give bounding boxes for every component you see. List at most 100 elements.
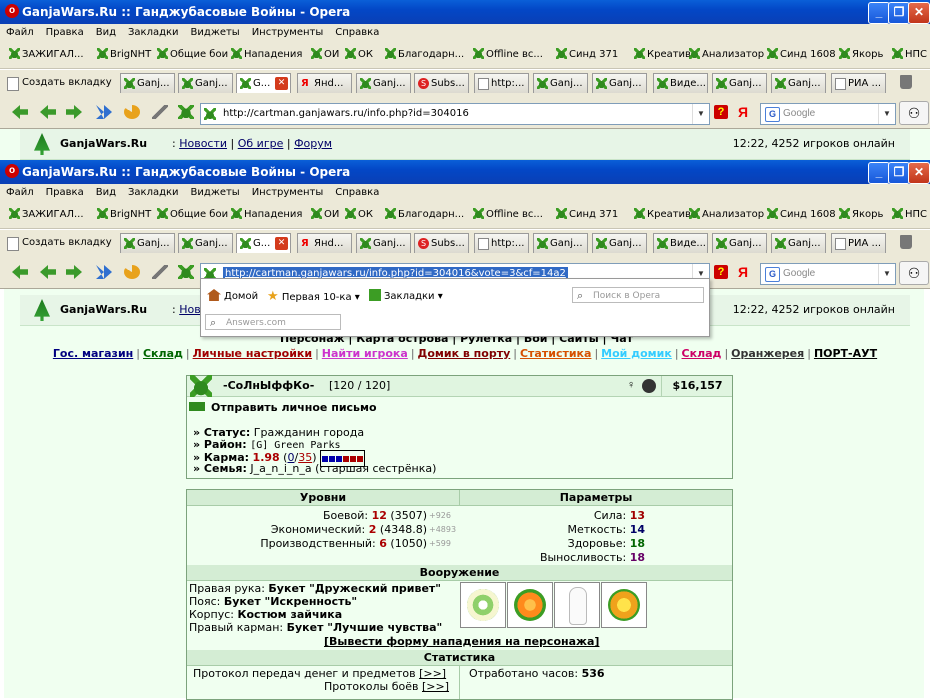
- maximize-button[interactable]: ❐: [888, 162, 910, 184]
- link-news[interactable]: Новости: [179, 137, 227, 150]
- tab[interactable]: S Subs...: [414, 73, 469, 93]
- tab[interactable]: Ganj...: [592, 73, 647, 93]
- close-button[interactable]: ✕: [908, 162, 930, 184]
- new-tab-button[interactable]: Создать вкладку: [4, 233, 112, 253]
- armament-item[interactable]: Букет "Лучшие чувства": [287, 621, 443, 634]
- yandex-icon[interactable]: Я: [738, 104, 748, 120]
- tab[interactable]: РИА ...: [831, 73, 886, 93]
- menu-link[interactable]: Оранжерея: [731, 347, 804, 360]
- bookmark-item[interactable]: Якорь: [834, 202, 885, 228]
- menu-widgets[interactable]: Виджеты: [191, 184, 240, 202]
- bookmark-item[interactable]: Offline вс...: [468, 42, 545, 68]
- tab[interactable]: http:...: [474, 233, 529, 253]
- menu-view[interactable]: Вид: [96, 24, 116, 42]
- armament-item[interactable]: Букет "Дружеский привет": [268, 582, 441, 595]
- dropdown-top10[interactable]: ★ Первая 10-ка ▾: [267, 289, 360, 304]
- forward-icon[interactable]: [66, 265, 82, 279]
- menu-link[interactable]: Статистика: [520, 347, 591, 360]
- tab[interactable]: Я Янd...: [297, 233, 352, 253]
- zoom-glasses-icon[interactable]: ⚇: [899, 101, 929, 125]
- edit-icon[interactable]: [152, 105, 168, 119]
- attack-link[interactable]: [Вывести форму нападения на персонажа]: [324, 635, 599, 648]
- bookmark-item[interactable]: Общие бои: [152, 202, 230, 228]
- battles-more-link[interactable]: [>>]: [422, 680, 449, 693]
- rewind-icon[interactable]: [40, 265, 56, 279]
- menu-view[interactable]: Вид: [96, 184, 116, 202]
- tab[interactable]: Ganj...: [120, 73, 175, 93]
- fast-forward-icon[interactable]: [96, 105, 112, 119]
- menu-tools[interactable]: Инструменты: [252, 184, 324, 202]
- yandex-icon[interactable]: Я: [738, 264, 748, 280]
- zoom-glasses-icon[interactable]: ⚇: [899, 261, 929, 285]
- armament-item[interactable]: Костюм зайчика: [237, 608, 342, 621]
- menu-link[interactable]: Гос. магазин: [53, 347, 133, 360]
- tab[interactable]: Ganj...: [178, 233, 233, 253]
- bookmark-item[interactable]: Offline вс...: [468, 202, 545, 228]
- rewind-icon[interactable]: [40, 105, 56, 119]
- menu-widgets[interactable]: Виджеты: [191, 24, 240, 42]
- trash-icon[interactable]: [900, 235, 912, 249]
- bookmark-item[interactable]: BrigNHT: [92, 42, 153, 68]
- reload-icon[interactable]: [124, 105, 140, 119]
- tab[interactable]: Ganj...: [356, 73, 411, 93]
- menu-link[interactable]: Склад: [143, 347, 183, 360]
- menu-link[interactable]: Найти игрока: [322, 347, 408, 360]
- tab[interactable]: Ganj...: [712, 233, 767, 253]
- bookmark-item[interactable]: Якорь: [834, 42, 885, 68]
- wand-icon[interactable]: ?: [714, 105, 728, 119]
- menu-link[interactable]: ПОРТ-АУТ: [814, 347, 877, 360]
- bookmark-item[interactable]: Благодарн...: [380, 42, 466, 68]
- search-dropdown-icon[interactable]: ▼: [878, 264, 895, 284]
- menu-help[interactable]: Справка: [335, 24, 379, 42]
- menu-file[interactable]: Файл: [6, 24, 34, 42]
- tab-close-icon[interactable]: ✕: [275, 77, 288, 90]
- opera-search-input[interactable]: Поиск в Opera: [572, 287, 704, 304]
- minimize-button[interactable]: _: [868, 2, 890, 24]
- bookmark-item[interactable]: Синд 1608: [762, 202, 838, 228]
- bookmark-item[interactable]: Синд 371: [551, 202, 620, 228]
- bookmark-item[interactable]: ОИ: [306, 202, 341, 228]
- tab-active[interactable]: G... ✕: [236, 233, 291, 253]
- menu-edit[interactable]: Правка: [46, 184, 84, 202]
- back-icon[interactable]: [12, 105, 28, 119]
- tab[interactable]: http:...: [474, 73, 529, 93]
- forward-icon[interactable]: [66, 105, 82, 119]
- bookmark-item[interactable]: Анализатор: [684, 42, 766, 68]
- address-dropdown-icon[interactable]: ▼: [692, 104, 709, 124]
- close-button[interactable]: ✕: [908, 2, 930, 24]
- bookmark-item[interactable]: НПС: [887, 42, 929, 68]
- bookmark-item[interactable]: Общие бои: [152, 42, 230, 68]
- reload-icon[interactable]: [124, 265, 140, 279]
- tab[interactable]: Ganj...: [178, 73, 233, 93]
- tab[interactable]: Ganj...: [533, 233, 588, 253]
- link-about[interactable]: Об игре: [238, 137, 284, 150]
- bookmark-item[interactable]: НПС: [887, 202, 929, 228]
- tab[interactable]: Виде...: [653, 233, 708, 253]
- trash-icon[interactable]: [900, 75, 912, 89]
- wand-icon[interactable]: ?: [714, 265, 728, 279]
- tab[interactable]: РИА ...: [831, 233, 886, 253]
- tab[interactable]: Виде...: [653, 73, 708, 93]
- bookmark-item[interactable]: Нападения: [226, 202, 304, 228]
- dropdown-bookmarks[interactable]: Закладки ▾: [369, 289, 443, 302]
- address-bar[interactable]: http://cartman.ganjawars.ru/info.php?id=…: [200, 103, 710, 125]
- tab-close-icon[interactable]: ✕: [275, 237, 288, 250]
- menu-link[interactable]: Домик в порту: [418, 347, 511, 360]
- new-tab-button[interactable]: Создать вкладку: [4, 73, 112, 93]
- menu-bookmarks[interactable]: Закладки: [128, 184, 179, 202]
- tab[interactable]: Ganj...: [771, 233, 826, 253]
- fast-forward-icon[interactable]: [96, 265, 112, 279]
- minimize-button[interactable]: _: [868, 162, 890, 184]
- bookmark-item[interactable]: BrigNHT: [92, 202, 153, 228]
- edit-icon[interactable]: [152, 265, 168, 279]
- tab[interactable]: Ganj...: [533, 73, 588, 93]
- tab[interactable]: Ganj...: [771, 73, 826, 93]
- bookmark-item[interactable]: Нападения: [226, 42, 304, 68]
- search-field[interactable]: G Google ▼: [760, 263, 896, 285]
- send-message-link[interactable]: Отправить личное письмо: [189, 401, 377, 414]
- transfers-more-link[interactable]: [>>]: [419, 667, 446, 680]
- item-image-sincerity[interactable]: [507, 582, 553, 628]
- search-dropdown-icon[interactable]: ▼: [878, 104, 895, 124]
- answers-search-input[interactable]: Answers.com: [205, 314, 341, 331]
- tab[interactable]: Я Янd...: [297, 73, 352, 93]
